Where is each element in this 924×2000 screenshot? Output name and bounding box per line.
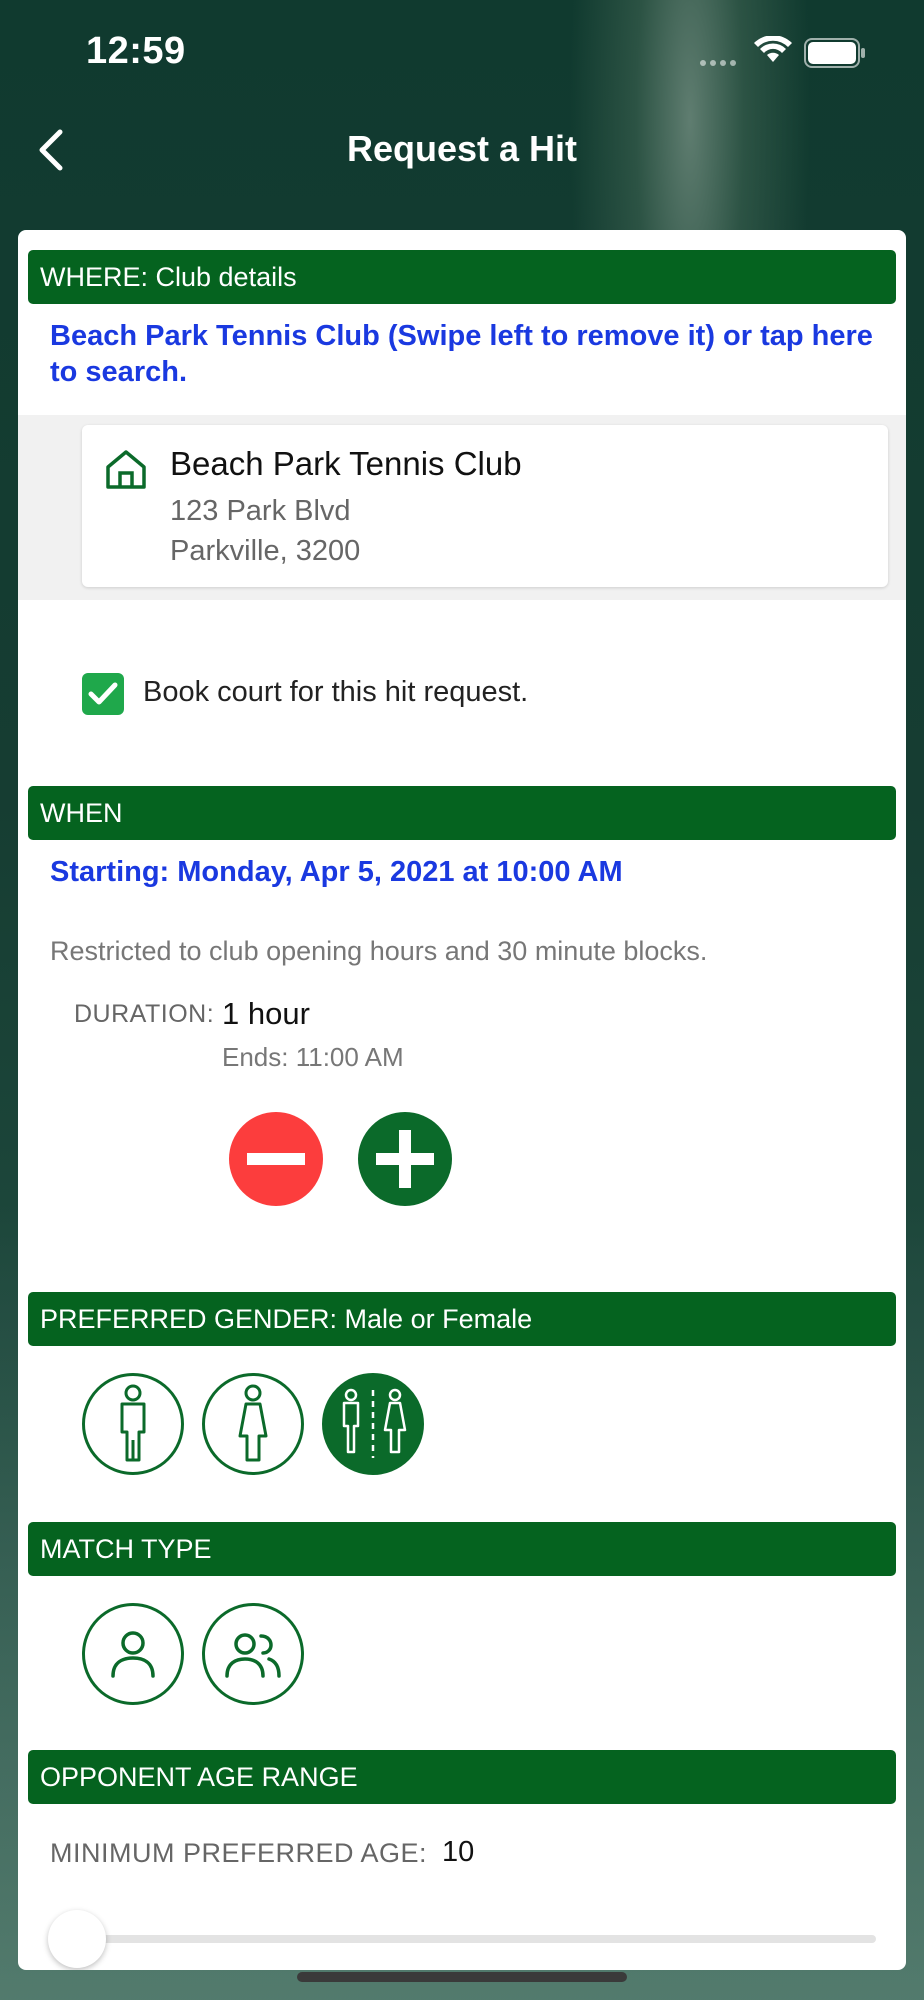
male-female-icon bbox=[342, 1388, 407, 1458]
minus-icon bbox=[247, 1153, 305, 1165]
increase-duration-button[interactable] bbox=[358, 1112, 452, 1206]
book-court-checkbox[interactable] bbox=[82, 673, 124, 715]
gender-section-header: PREFERRED GENDER: Male or Female bbox=[28, 1292, 896, 1346]
match-type-section-header: MATCH TYPE bbox=[28, 1522, 896, 1576]
plus-icon bbox=[376, 1130, 434, 1188]
club-card[interactable]: Beach Park Tennis Club 123 Park Blvd Par… bbox=[82, 425, 888, 587]
checkmark-icon bbox=[88, 682, 118, 705]
request-form-card: WHERE: Club details Beach Park Tennis Cl… bbox=[18, 230, 906, 1970]
where-section-header: WHERE: Club details bbox=[28, 250, 896, 304]
gender-male-button[interactable] bbox=[82, 1373, 184, 1475]
book-court-label: Book court for this hit request. bbox=[143, 676, 529, 708]
club-address-line1: 123 Park Blvd bbox=[170, 495, 351, 527]
duration-ends: Ends: 11:00 AM bbox=[222, 1042, 404, 1072]
match-singles-button[interactable] bbox=[82, 1603, 184, 1705]
club-search-link[interactable]: Beach Park Tennis Club (Swipe left to re… bbox=[50, 318, 900, 390]
when-section-header: WHEN bbox=[28, 786, 896, 840]
gender-female-button[interactable] bbox=[202, 1373, 304, 1475]
single-user-icon bbox=[111, 1631, 155, 1678]
status-bar: 12:59 bbox=[0, 0, 924, 100]
club-name: Beach Park Tennis Club bbox=[170, 445, 522, 482]
gender-either-button[interactable] bbox=[322, 1373, 424, 1475]
navigation-bar: Request a Hit bbox=[0, 110, 924, 190]
duration-value: 1 hour bbox=[222, 996, 310, 1031]
club-house-icon bbox=[106, 450, 146, 489]
two-users-icon bbox=[225, 1633, 281, 1678]
battery-icon bbox=[804, 38, 865, 68]
wifi-icon bbox=[754, 36, 792, 62]
page-title: Request a Hit bbox=[346, 128, 578, 169]
min-age-slider-track[interactable] bbox=[68, 1935, 876, 1943]
duration-label: DURATION: bbox=[74, 1000, 215, 1028]
min-age-value: 10 bbox=[442, 1836, 475, 1868]
home-indicator bbox=[297, 1972, 627, 1982]
start-date-link[interactable]: Starting: Monday, Apr 5, 2021 at 10:00 A… bbox=[50, 854, 623, 890]
decrease-duration-button[interactable] bbox=[229, 1112, 323, 1206]
restriction-note: Restricted to club opening hours and 30 … bbox=[50, 936, 708, 966]
cellular-signal-icon bbox=[700, 60, 736, 66]
club-address-line2: Parkville, 3200 bbox=[170, 535, 361, 567]
min-age-label: MINIMUM PREFERRED AGE: bbox=[50, 1838, 428, 1868]
match-doubles-button[interactable] bbox=[202, 1603, 304, 1705]
club-row[interactable]: Beach Park Tennis Club 123 Park Blvd Par… bbox=[18, 415, 906, 600]
female-person-icon bbox=[238, 1384, 268, 1462]
age-section-header: OPPONENT AGE RANGE bbox=[28, 1750, 896, 1804]
status-time: 12:59 bbox=[86, 30, 186, 72]
min-age-slider-thumb[interactable] bbox=[48, 1910, 106, 1968]
male-person-icon bbox=[120, 1384, 146, 1462]
